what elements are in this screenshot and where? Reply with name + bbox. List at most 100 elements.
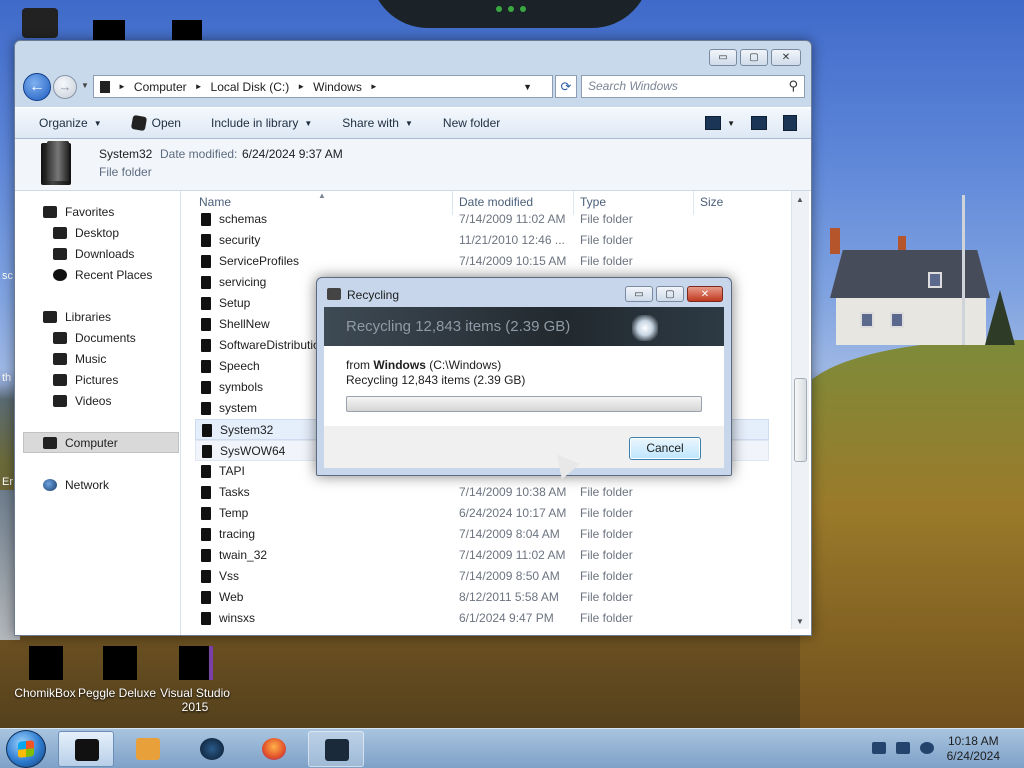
breadcrumb-separator[interactable]: ► xyxy=(297,82,305,91)
recent-places-icon xyxy=(53,269,67,281)
row-type: File folder xyxy=(580,233,633,247)
address-dropdown-icon[interactable]: ▼ xyxy=(523,82,532,92)
scroll-down-icon[interactable]: ▼ xyxy=(796,617,804,626)
nav-item-recent-places[interactable]: Recent Places xyxy=(53,268,152,282)
forward-button[interactable]: → xyxy=(53,75,77,99)
folder-icon xyxy=(201,507,211,520)
search-icon[interactable]: ⚲ xyxy=(788,78,798,94)
nav-item-music[interactable]: Music xyxy=(53,352,106,366)
open-label: Open xyxy=(151,116,181,130)
nav-item-desktop[interactable]: Desktop xyxy=(53,226,119,240)
change-view-button[interactable]: ▼ xyxy=(705,116,735,130)
dialog-body: from Windows (C:\Windows) Recycling 12,8… xyxy=(324,346,724,426)
nav-label: Network xyxy=(65,478,110,492)
table-row[interactable]: twain_32 7/14/2009 11:02 AM File folder xyxy=(195,545,769,566)
from-prefix: from xyxy=(346,358,374,372)
open-button[interactable]: Open xyxy=(130,114,181,132)
taskbar-firefox[interactable] xyxy=(246,731,302,767)
row-type: File folder xyxy=(580,485,633,499)
scroll-up-icon[interactable]: ▲ xyxy=(796,195,804,204)
date-modified-label: Date modified: xyxy=(160,147,238,161)
display-tray-icon[interactable] xyxy=(896,742,910,754)
organize-button[interactable]: Organize ▼ xyxy=(39,116,102,130)
taskbar-recycling[interactable] xyxy=(308,731,364,767)
recent-pages-dropdown[interactable]: ▼ xyxy=(81,81,89,90)
start-button[interactable] xyxy=(6,730,46,768)
help-icon[interactable] xyxy=(783,115,797,131)
scrollbar-thumb[interactable] xyxy=(794,378,807,462)
desktop-icon-visual-studio[interactable]: Visual Studio 2015 xyxy=(150,640,240,714)
cancel-button[interactable]: Cancel xyxy=(629,437,701,460)
breadcrumb-computer[interactable]: Computer xyxy=(134,80,187,94)
address-bar[interactable]: ► Computer ► Local Disk (C:) ► Windows ►… xyxy=(93,75,553,98)
search-placeholder: Search Windows xyxy=(588,79,678,93)
maximize-button[interactable]: ▢ xyxy=(740,49,768,66)
vertical-scrollbar[interactable]: ▲ ▼ xyxy=(791,191,809,629)
breadcrumb-separator[interactable]: ► xyxy=(370,82,378,91)
taskbar-media-player[interactable] xyxy=(120,731,176,767)
taskbar-app[interactable] xyxy=(184,731,240,767)
row-name: Tasks xyxy=(219,485,250,499)
search-input[interactable]: Search Windows ⚲ xyxy=(581,75,805,98)
minimize-button[interactable]: ▭ xyxy=(709,49,737,66)
nav-item-favorites[interactable]: Favorites xyxy=(43,205,114,219)
dialog-close-button[interactable]: ✕ xyxy=(687,286,723,302)
row-name: winsxs xyxy=(219,611,256,625)
include-in-library-button[interactable]: Include in library ▼ xyxy=(211,116,312,130)
breadcrumb-local-disk[interactable]: Local Disk (C:) xyxy=(211,80,290,94)
nav-item-documents[interactable]: Documents xyxy=(53,331,136,345)
new-folder-button[interactable]: New folder xyxy=(443,116,500,130)
breadcrumb-separator[interactable]: ► xyxy=(195,82,203,91)
dialog-maximize-button[interactable]: ▢ xyxy=(656,286,684,302)
taskbar-explorer[interactable] xyxy=(58,731,114,767)
nav-item-computer[interactable]: Computer xyxy=(43,436,118,450)
taskbar: 10:18 AM 6/24/2024 xyxy=(0,728,1024,768)
desktop-icon-peggle[interactable]: Peggle Deluxe xyxy=(72,640,162,700)
folder-icon xyxy=(201,570,211,583)
navigation-pane: Favorites Desktop Downloads Recent Place… xyxy=(15,191,181,635)
recycling-window-icon xyxy=(325,739,349,761)
dialog-minimize-button[interactable]: ▭ xyxy=(625,286,653,302)
nav-item-downloads[interactable]: Downloads xyxy=(53,247,134,261)
network-tray-icon[interactable] xyxy=(872,742,886,754)
folder-icon xyxy=(201,297,211,310)
system-tray: 10:18 AM 6/24/2024 xyxy=(864,729,1024,768)
nav-label: Recent Places xyxy=(75,268,153,282)
nav-item-pictures[interactable]: Pictures xyxy=(53,373,118,387)
preview-pane-icon[interactable] xyxy=(751,116,767,130)
share-with-button[interactable]: Share with ▼ xyxy=(342,116,413,130)
table-row[interactable]: winsxs 6/1/2024 9:47 PM File folder xyxy=(195,608,769,629)
close-button[interactable]: ✕ xyxy=(771,49,801,66)
folder-icon xyxy=(201,591,211,604)
desktop-partial-label: th xyxy=(2,372,12,384)
table-row[interactable]: Web 8/12/2011 5:58 AM File folder xyxy=(195,587,769,608)
table-row[interactable]: Vss 7/14/2009 8:50 AM File folder xyxy=(195,566,769,587)
nav-item-libraries[interactable]: Libraries xyxy=(43,310,111,324)
nav-label: Documents xyxy=(75,331,136,345)
dialog-window-controls: ▭ ▢ ✕ xyxy=(625,286,723,302)
table-row[interactable]: security 11/21/2010 12:46 ... File folder xyxy=(195,230,769,251)
row-date: 7/14/2009 11:02 AM xyxy=(459,548,566,562)
star-icon xyxy=(43,206,57,218)
clock[interactable]: 10:18 AM 6/24/2024 xyxy=(947,734,1000,764)
breadcrumb-separator[interactable]: ► xyxy=(118,82,126,91)
recycle-bin-icon[interactable] xyxy=(22,8,58,38)
desktop-icon-redacted[interactable] xyxy=(93,20,125,40)
table-row[interactable]: schemas 7/14/2009 11:02 AM File folder xyxy=(195,209,769,230)
row-type: File folder xyxy=(580,590,633,604)
row-name: ServiceProfiles xyxy=(219,254,300,268)
nav-item-network[interactable]: Network xyxy=(43,478,109,492)
refresh-button[interactable]: ⟳ xyxy=(555,75,577,98)
table-row[interactable]: ServiceProfiles 7/14/2009 10:15 AM File fo… xyxy=(195,251,769,272)
table-row[interactable]: tracing 7/14/2009 8:04 AM File folder xyxy=(195,524,769,545)
row-type: File folder xyxy=(580,611,633,625)
back-button[interactable]: ← xyxy=(23,73,51,101)
table-row[interactable]: Temp 6/24/2024 10:17 AM File folder xyxy=(195,503,769,524)
chevron-down-icon: ▼ xyxy=(404,118,413,128)
nav-item-videos[interactable]: Videos xyxy=(53,394,111,408)
gadget-light xyxy=(496,6,502,12)
table-row[interactable]: Tasks 7/14/2009 10:38 AM File folder xyxy=(195,482,769,503)
desktop-icon-redacted[interactable] xyxy=(172,20,202,40)
breadcrumb-windows[interactable]: Windows xyxy=(313,80,362,94)
volume-tray-icon[interactable] xyxy=(920,742,934,754)
